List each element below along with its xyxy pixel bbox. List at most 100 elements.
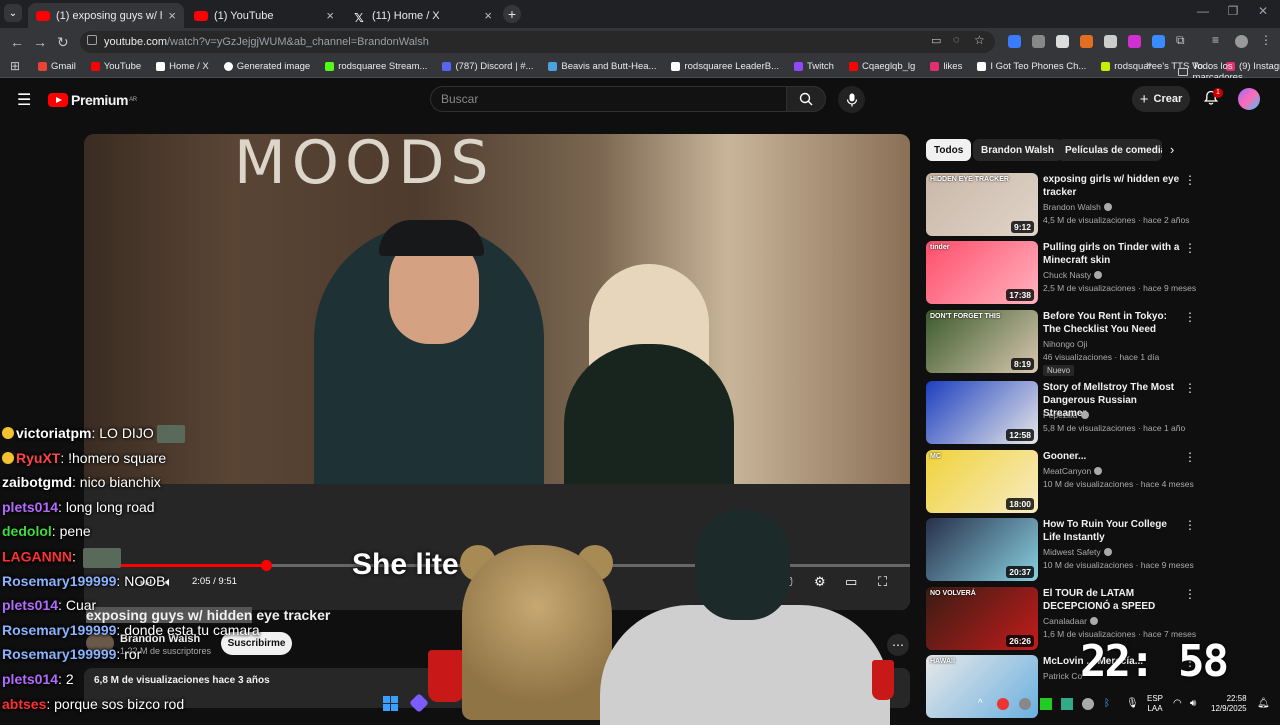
tray-app-icon[interactable]: [1082, 698, 1094, 710]
bookmark-item[interactable]: Beavis and Butt-Hea...: [548, 61, 656, 72]
close-icon[interactable]: ×: [168, 8, 176, 23]
related-video[interactable]: DON'T FORGET THIS 8:19 Before You Rent in …: [926, 310, 1196, 376]
close-icon[interactable]: ×: [484, 8, 492, 23]
related-video-title[interactable]: Before You Rent in Tokyo: The Checklist …: [1043, 310, 1183, 336]
bookmark-star-icon[interactable]: ☆: [974, 33, 985, 47]
chevron-right-icon[interactable]: ›: [1170, 142, 1174, 157]
microphone-icon[interactable]: 🎙︎: [1126, 698, 1139, 709]
notification-bell-icon[interactable]: 🔔︎: [1257, 698, 1270, 709]
video-thumbnail[interactable]: NO VOLVERÁ 26:26: [926, 587, 1038, 650]
extension-icon[interactable]: [1032, 35, 1045, 48]
bookmark-item[interactable]: likes: [930, 61, 962, 72]
video-thumbnail[interactable]: MC 18:00: [926, 450, 1038, 513]
voice-search-button[interactable]: [838, 86, 865, 113]
extension-icon[interactable]: [1008, 35, 1021, 48]
bookmark-item[interactable]: Generated image: [223, 61, 310, 72]
bluetooth-icon[interactable]: ᛒ: [1104, 698, 1110, 709]
site-info-icon[interactable]: [87, 35, 97, 45]
wifi-icon[interactable]: ◠: [1173, 698, 1182, 709]
video-thumbnail[interactable]: HIDDEN EYE TRACKER 9:12: [926, 173, 1038, 236]
extension-icon[interactable]: [1080, 35, 1093, 48]
maximize-button[interactable]: ❐: [1218, 4, 1248, 18]
related-video[interactable]: tinder 17:38 Pulling girls on Tinder with …: [926, 241, 1196, 305]
youtube-logo[interactable]: Premium AR: [48, 92, 137, 108]
new-tab-button[interactable]: +: [503, 5, 521, 23]
bookmark-item[interactable]: I Got Teo Phones Ch...: [977, 61, 1086, 72]
related-video[interactable]: 20:37 How To Ruin Your College Life Insta…: [926, 518, 1196, 582]
bookmark-item[interactable]: Cqaeglqb_lg: [848, 61, 915, 72]
tab-2[interactable]: 𝕏 (11) Home / X ×: [344, 3, 500, 28]
taskbar-clock[interactable]: 22:58 12/9/2025: [1211, 694, 1247, 714]
video-thumbnail[interactable]: DON'T FORGET THIS 8:19: [926, 310, 1038, 373]
tray-app-icon[interactable]: [997, 698, 1009, 710]
create-button[interactable]: + Crear: [1132, 86, 1190, 112]
close-window-button[interactable]: ✕: [1248, 4, 1278, 18]
profile-avatar[interactable]: [1235, 35, 1248, 48]
bookmark-item[interactable]: rodsquaree LeaderB...: [671, 61, 779, 72]
search-input[interactable]: Buscar: [430, 86, 786, 112]
progress-scrubber[interactable]: [260, 560, 272, 571]
close-icon[interactable]: ×: [326, 8, 334, 23]
related-video-title[interactable]: El TOUR de LATAM DECEPCIONÓ a SPEED: [1043, 587, 1183, 613]
extension-icon[interactable]: [1128, 35, 1141, 48]
bookmark-item[interactable]: rodsquaree Stream...: [325, 61, 427, 72]
eye-off-icon[interactable]: ◌: [953, 34, 960, 46]
more-options-icon[interactable]: ⋮: [1184, 310, 1196, 324]
chip-channel[interactable]: Brandon Walsh: [973, 139, 1062, 161]
related-video[interactable]: HIDDEN EYE TRACKER 9:12 exposing girls w/ …: [926, 173, 1196, 237]
camera-icon[interactable]: [1056, 35, 1069, 48]
related-video-channel[interactable]: Chuck Nasty: [1043, 270, 1103, 280]
reload-icon[interactable]: ↻: [57, 34, 69, 51]
more-options-icon[interactable]: ⋮: [1184, 450, 1196, 464]
tray-app-icon[interactable]: [1019, 698, 1031, 710]
bookmark-item[interactable]: (787) Discord | #...: [442, 61, 533, 72]
chip-all[interactable]: Todos: [926, 139, 972, 161]
bookmark-item[interactable]: YouTube: [90, 61, 141, 72]
related-video-channel[interactable]: Midwest Safety: [1043, 547, 1112, 557]
more-options-icon[interactable]: ⋮: [1184, 173, 1196, 187]
related-video-channel[interactable]: Brandon Walsh: [1043, 202, 1112, 212]
related-video-channel[interactable]: Canaladaar: [1043, 616, 1098, 626]
windows-start-icon[interactable]: [383, 696, 398, 711]
more-options-icon[interactable]: ⋮: [1184, 241, 1196, 255]
bookmark-item[interactable]: Gmail: [38, 61, 76, 72]
related-video-channel[interactable]: MeatCanyon: [1043, 466, 1103, 476]
tab-1[interactable]: (1) YouTube ×: [186, 3, 342, 28]
chevron-up-icon[interactable]: ^: [978, 698, 983, 709]
address-bar[interactable]: youtube.com/watch?v=yGzJejgjWUM&ab_chann…: [80, 31, 995, 53]
related-video[interactable]: 12:58 Story of Mellstroy The Most Dangero…: [926, 381, 1196, 445]
more-actions-button[interactable]: ⋯: [887, 634, 909, 656]
related-video[interactable]: MC 18:00 Gooner... MeatCanyon 10 M de visual…: [926, 450, 1196, 514]
related-video-title[interactable]: exposing girls w/ hidden eye tracker: [1043, 173, 1183, 199]
related-video-title[interactable]: How To Ruin Your College Life Instantly: [1043, 518, 1183, 544]
forward-icon[interactable]: →: [33, 34, 47, 50]
bookmark-item[interactable]: Home / X: [156, 61, 209, 72]
minimize-button[interactable]: —: [1188, 4, 1218, 18]
extension-icon[interactable]: [1104, 35, 1117, 48]
tray-app-icon[interactable]: [1040, 698, 1052, 710]
bookmark-item[interactable]: Twitch: [794, 61, 834, 72]
more-options-icon[interactable]: ⋮: [1184, 587, 1196, 601]
tab-0[interactable]: (1) exposing guys w/ hidden ey ×: [28, 3, 184, 28]
related-video-title[interactable]: Pulling girls on Tinder with a Minecraft…: [1043, 241, 1183, 267]
language-indicator[interactable]: ESP LAA: [1147, 694, 1163, 714]
apps-grid-icon[interactable]: ⊞: [10, 59, 20, 73]
chip-comedy[interactable]: Películas de comedia: [1057, 139, 1162, 161]
puzzle-icon[interactable]: ⧉: [1176, 33, 1185, 48]
volume-icon[interactable]: 🔈︎: [165, 574, 173, 590]
video-thumbnail[interactable]: 20:37: [926, 518, 1038, 581]
back-icon[interactable]: ←: [10, 34, 24, 50]
extension-icon[interactable]: [1152, 35, 1165, 48]
bookmarks-overflow-icon[interactable]: »: [1146, 59, 1152, 71]
tray-app-icon[interactable]: [1061, 698, 1073, 710]
related-video-channel[interactable]: Nihongo Oji: [1043, 339, 1087, 349]
cast-icon[interactable]: ▭: [931, 34, 941, 47]
tab-search-button[interactable]: ⌄: [4, 4, 22, 22]
related-video-title[interactable]: Gooner...: [1043, 450, 1183, 463]
more-options-icon[interactable]: ⋮: [1184, 381, 1196, 395]
related-video-channel[interactable]: Pepezilla: [1043, 410, 1089, 420]
video-thumbnail[interactable]: 12:58: [926, 381, 1038, 444]
video-thumbnail[interactable]: tinder 17:38: [926, 241, 1038, 304]
hamburger-menu-icon[interactable]: ☰: [17, 90, 31, 110]
menu-icon[interactable]: ⋮: [1260, 33, 1272, 47]
